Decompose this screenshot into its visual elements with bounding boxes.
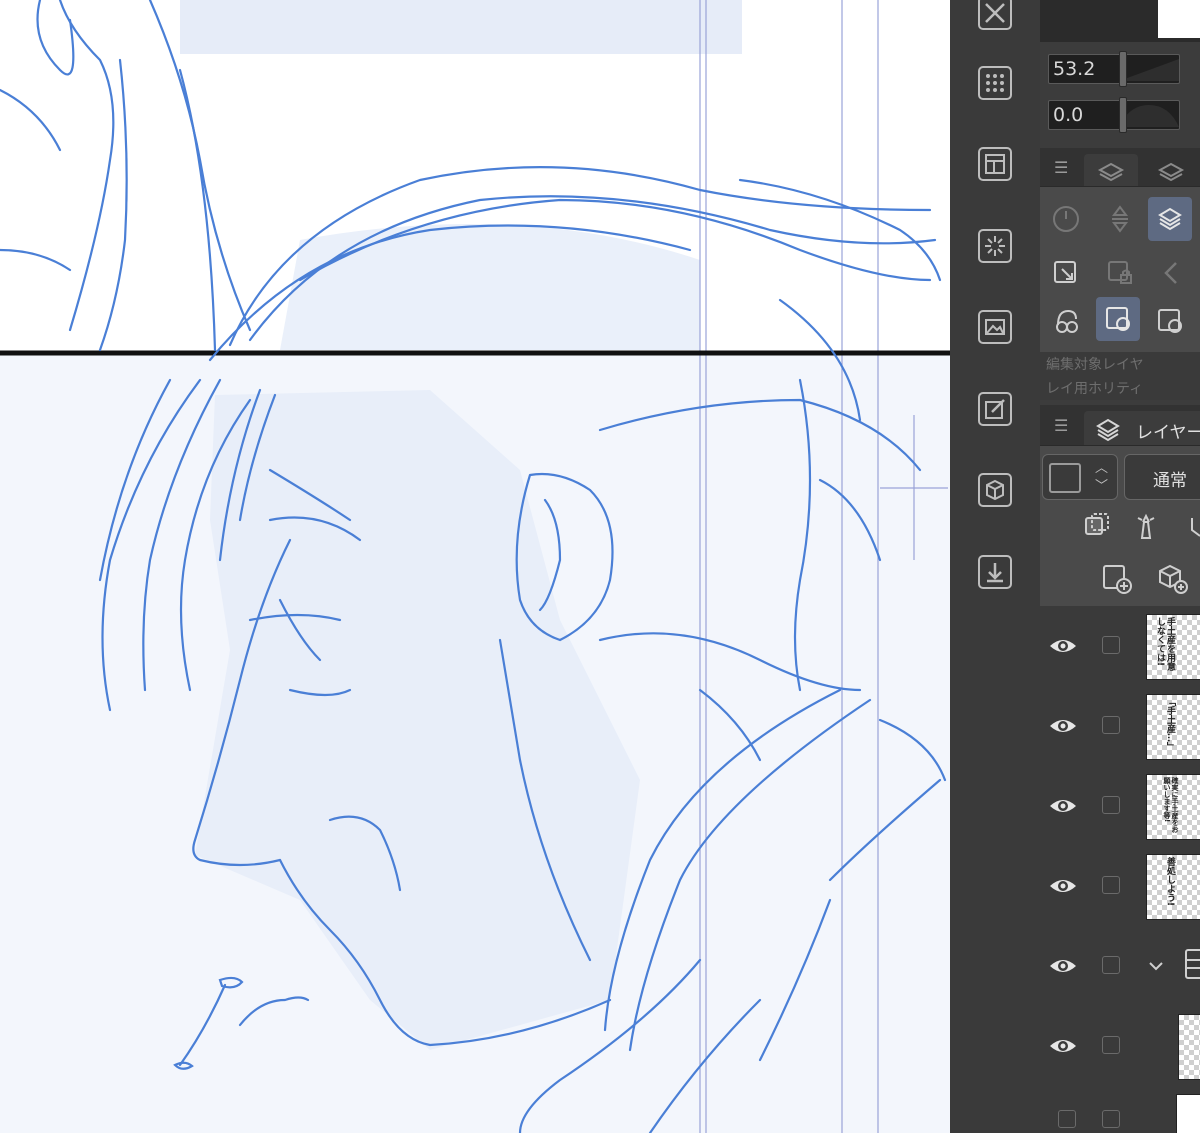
color-swatch[interactable] bbox=[1158, 0, 1200, 38]
chevron-up-icon: ︿ bbox=[1095, 461, 1109, 476]
reference-layer-icon[interactable] bbox=[1044, 251, 1088, 295]
layer-select-checkbox[interactable] bbox=[1102, 1036, 1120, 1054]
layer-thumbnail: 善処しよう! bbox=[1146, 854, 1200, 920]
layer-thumbnail bbox=[1178, 1014, 1200, 1080]
tab-layer-label: レイヤー bbox=[1136, 423, 1200, 443]
color-preview-area bbox=[1040, 0, 1200, 42]
eye-icon[interactable] bbox=[1048, 1032, 1078, 1060]
blend-mode-value: 通常 bbox=[1153, 471, 1187, 491]
layer-clip-icon[interactable] bbox=[1148, 299, 1192, 343]
chevron-down-icon: ﹀ bbox=[1095, 479, 1109, 494]
export-icon[interactable] bbox=[976, 553, 1014, 591]
hair-tone bbox=[280, 224, 700, 350]
flip-icon[interactable] bbox=[1098, 197, 1142, 241]
layer-thumbnail: 手土産を用意しなくては! bbox=[1146, 614, 1200, 680]
layer-select-checkbox[interactable] bbox=[1102, 636, 1120, 654]
layer-panel-tabbar: ☰ レイヤー bbox=[1040, 405, 1200, 446]
layer-row[interactable]: 「手土産…」 bbox=[1040, 686, 1200, 767]
brush-opacity-slider[interactable]: 0.0 bbox=[1048, 97, 1180, 133]
drawing-canvas[interactable] bbox=[0, 0, 950, 1133]
right-panel: 53.2 0.0 ☰ 編集対象レイヤ レイ用ホリティ ☰ レイヤー ︿ ﹀ 通常… bbox=[1040, 0, 1200, 1133]
layer-panel-toolbar: ︿ ﹀ 通常 bbox=[1040, 446, 1200, 606]
eye-icon[interactable] bbox=[1048, 792, 1078, 820]
layer-select-checkbox[interactable] bbox=[1058, 1110, 1076, 1128]
3d-material-icon[interactable] bbox=[976, 471, 1014, 509]
layer-folder-row[interactable] bbox=[1040, 926, 1200, 1007]
layer-property-tabbar: ☰ bbox=[1040, 148, 1200, 187]
new-raster-layer-icon[interactable] bbox=[1094, 556, 1138, 600]
brush-size-value: 53.2 bbox=[1053, 58, 1096, 80]
layer-thumbnail: 「手土産…」 bbox=[1146, 694, 1200, 760]
new-3d-layer-icon[interactable] bbox=[1150, 556, 1194, 600]
command-bar bbox=[950, 0, 1040, 1133]
tone-area bbox=[180, 0, 742, 54]
chevron-down-icon[interactable] bbox=[1146, 956, 1166, 976]
layer-row[interactable]: 善処しよう! bbox=[1040, 846, 1200, 927]
hint-text: レイ用ホリティ bbox=[1046, 381, 1144, 397]
layer-select-checkbox[interactable] bbox=[1102, 716, 1120, 734]
tab-layer-search[interactable] bbox=[1144, 154, 1198, 186]
sketch-artwork bbox=[0, 0, 950, 1133]
layer-row[interactable] bbox=[1040, 1086, 1200, 1133]
effect-icon[interactable] bbox=[1044, 197, 1088, 241]
folder-icon bbox=[1185, 949, 1200, 979]
layer-row[interactable]: 確実に手土産をお願いします等! bbox=[1040, 766, 1200, 847]
draft-layer-icon[interactable] bbox=[1044, 299, 1088, 343]
tab-layer[interactable]: レイヤー bbox=[1084, 411, 1200, 445]
slider-knob[interactable] bbox=[1119, 51, 1127, 87]
layer-stack-icon[interactable] bbox=[1148, 197, 1192, 241]
layer-mask-icon[interactable] bbox=[1096, 297, 1140, 341]
image-icon[interactable] bbox=[976, 308, 1014, 346]
layer-color-selector[interactable]: ︿ ﹀ bbox=[1042, 454, 1118, 500]
layer-color-swatch bbox=[1049, 463, 1081, 493]
layer-row[interactable]: 手土産を用意しなくては! bbox=[1040, 606, 1200, 687]
eye-icon[interactable] bbox=[1048, 872, 1078, 900]
screentone-icon[interactable] bbox=[976, 64, 1014, 102]
layer-list: 手土産を用意しなくては! 「手土産…」 確実に手土産をお願いします等! 善処しよ… bbox=[1040, 606, 1200, 1133]
tab-layer-property[interactable] bbox=[1084, 154, 1138, 186]
layer-thumbnail bbox=[1176, 1094, 1200, 1133]
lock-layer-icon[interactable] bbox=[1098, 251, 1142, 295]
layer-thumbnail: 確実に手土産をお願いします等! bbox=[1146, 774, 1200, 840]
hint-text: 編集対象レイヤ bbox=[1046, 357, 1144, 373]
layer-select-checkbox[interactable] bbox=[1102, 876, 1120, 894]
brush-opacity-value: 0.0 bbox=[1053, 104, 1084, 126]
clip-layer-icon[interactable] bbox=[1074, 504, 1118, 548]
eye-icon[interactable] bbox=[1048, 712, 1078, 740]
layout-icon[interactable] bbox=[976, 145, 1014, 183]
menu-icon[interactable]: ☰ bbox=[1054, 416, 1068, 435]
layer-select-checkbox[interactable] bbox=[1102, 1110, 1120, 1128]
menu-icon[interactable]: ☰ bbox=[1054, 158, 1068, 177]
layer-select-checkbox[interactable] bbox=[1102, 796, 1120, 814]
close-icon[interactable] bbox=[976, 0, 1014, 32]
chevron-left-icon[interactable] bbox=[1148, 251, 1192, 295]
brush-settings: 53.2 0.0 bbox=[1040, 42, 1200, 142]
layer-property-tools bbox=[1040, 187, 1200, 352]
transform-icon[interactable] bbox=[976, 227, 1014, 265]
edit-icon[interactable] bbox=[976, 390, 1014, 428]
reference-lighthouse-icon[interactable] bbox=[1124, 504, 1168, 548]
brush-size-slider[interactable]: 53.2 bbox=[1048, 51, 1180, 87]
lock-icon[interactable] bbox=[1180, 504, 1200, 548]
eye-icon[interactable] bbox=[1048, 952, 1078, 980]
blend-mode-select[interactable]: 通常 bbox=[1124, 454, 1200, 500]
layer-row[interactable] bbox=[1040, 1006, 1200, 1087]
layer-select-checkbox[interactable] bbox=[1102, 956, 1120, 974]
layer-property-hint: 編集対象レイヤ レイ用ホリティ bbox=[1040, 352, 1200, 400]
eye-icon[interactable] bbox=[1048, 632, 1078, 660]
slider-knob[interactable] bbox=[1119, 97, 1127, 133]
